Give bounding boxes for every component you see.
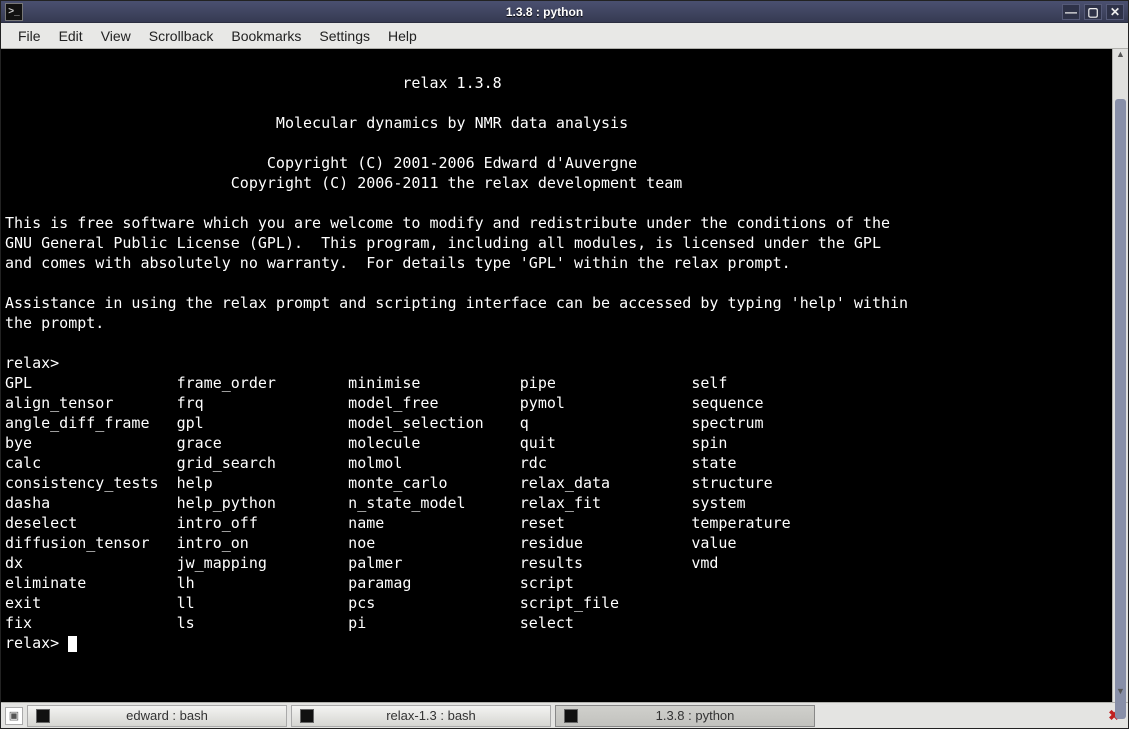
menu-edit[interactable]: Edit — [50, 25, 92, 47]
task-item[interactable]: edward : bash — [27, 705, 287, 727]
menu-help[interactable]: Help — [379, 25, 426, 47]
task-list: edward : bash relax-1.3 : bash 1.3.8 : pyt… — [27, 705, 815, 727]
terminal-icon — [300, 709, 314, 723]
window-title: 1.3.8 : python — [27, 5, 1062, 19]
menu-file[interactable]: File — [9, 25, 50, 47]
vertical-scrollbar[interactable]: ▲ ▼ — [1112, 49, 1128, 702]
terminal-cursor — [68, 636, 77, 652]
close-button[interactable]: ✕ — [1106, 4, 1124, 20]
window-titlebar[interactable]: >_ 1.3.8 : python — ▢ ✕ — [1, 1, 1128, 23]
task-item[interactable]: 1.3.8 : python — [555, 705, 815, 727]
terminal-icon — [36, 709, 50, 723]
minimize-button[interactable]: — — [1062, 4, 1080, 20]
maximize-button[interactable]: ▢ — [1084, 4, 1102, 20]
menu-bookmarks[interactable]: Bookmarks — [222, 25, 310, 47]
task-item[interactable]: relax-1.3 : bash — [291, 705, 551, 727]
taskbar: ▣ edward : bash relax-1.3 : bash 1.3.8 : p… — [1, 702, 1128, 728]
terminal-app-icon: >_ — [5, 3, 23, 21]
menu-view[interactable]: View — [92, 25, 140, 47]
menu-settings[interactable]: Settings — [310, 25, 379, 47]
scroll-down-arrow[interactable]: ▼ — [1113, 686, 1128, 702]
window-controls: — ▢ ✕ — [1062, 4, 1124, 20]
task-label: 1.3.8 : python — [584, 708, 806, 723]
scroll-thumb[interactable] — [1115, 99, 1126, 719]
terminal-output[interactable]: relax 1.3.8 Molecular dynamics by NMR da… — [1, 49, 1112, 702]
menubar: FileEditViewScrollbackBookmarksSettingsH… — [1, 23, 1128, 49]
scroll-up-arrow[interactable]: ▲ — [1113, 49, 1128, 65]
menu-scrollback[interactable]: Scrollback — [140, 25, 223, 47]
new-tab-icon[interactable]: ▣ — [5, 707, 23, 725]
task-label: relax-1.3 : bash — [320, 708, 542, 723]
terminal-window: >_ 1.3.8 : python — ▢ ✕ FileEditViewScro… — [0, 0, 1129, 729]
task-label: edward : bash — [56, 708, 278, 723]
terminal-icon — [564, 709, 578, 723]
